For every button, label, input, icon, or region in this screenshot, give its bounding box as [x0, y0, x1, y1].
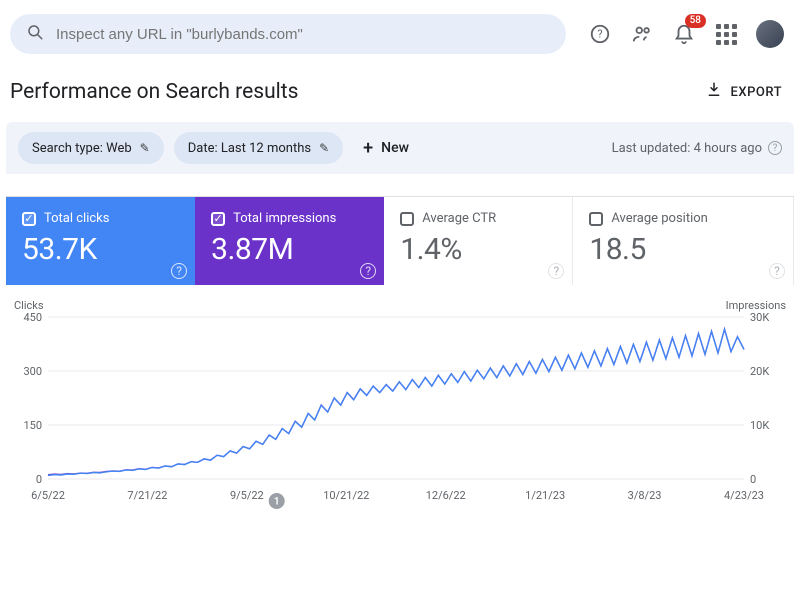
top-bar: ? 58 — [0, 0, 800, 60]
help-icon[interactable]: ? — [588, 22, 612, 46]
search-type-label: Search type: Web — [32, 141, 132, 156]
y-right-label: Impressions — [726, 299, 786, 312]
svg-text:30K: 30K — [750, 311, 769, 324]
clicks-line — [48, 329, 744, 475]
metric-value: 18.5 — [589, 232, 777, 267]
help-icon[interactable]: ? — [548, 263, 564, 279]
page-title: Performance on Search results — [10, 80, 298, 104]
notifications-icon[interactable]: 58 — [672, 22, 696, 46]
search-icon — [26, 23, 44, 45]
metric-label: Total clicks — [44, 211, 109, 226]
impressions-line — [48, 329, 744, 475]
x-ticks: 6/5/22 7/21/22 9/5/22 10/21/22 12/6/22 1/21/2… — [31, 489, 764, 502]
y-left-ticks: 0 150 300 450 — [23, 311, 42, 486]
note-marker[interactable]: 1 — [269, 493, 285, 509]
metric-average-ctr[interactable]: Average CTR 1.4% ? — [384, 197, 573, 285]
search-input[interactable] — [56, 26, 550, 43]
date-label: Date: Last 12 months — [188, 141, 311, 156]
svg-text:150: 150 — [23, 419, 42, 432]
svg-text:3/8/23: 3/8/23 — [628, 489, 662, 502]
y-left-label: Clicks — [14, 299, 44, 312]
svg-text:12/6/22: 12/6/22 — [426, 489, 466, 502]
checkbox-icon — [589, 212, 603, 226]
metric-value: 1.4% — [400, 232, 556, 267]
svg-text:450: 450 — [23, 311, 42, 324]
export-button[interactable]: EXPORT — [705, 81, 782, 103]
new-label: New — [381, 140, 409, 156]
last-updated: Last updated: 4 hours ago ? — [612, 141, 782, 156]
performance-chart[interactable]: Clicks Impressions 0 150 300 450 0 10K 20K 30K… — [6, 299, 794, 509]
metric-value: 53.7K — [22, 232, 179, 267]
metric-label: Average CTR — [422, 211, 496, 226]
apps-icon[interactable] — [714, 22, 738, 46]
notification-badge: 58 — [685, 14, 706, 28]
chart-svg: 0 150 300 450 0 10K 20K 30K 6/5/22 7/21/22 9/5/2… — [6, 299, 794, 509]
download-icon — [705, 81, 723, 103]
gridlines — [48, 317, 744, 479]
filter-bar: Search type: Web ✎ Date: Last 12 months … — [6, 122, 794, 174]
y-right-ticks: 0 10K 20K 30K — [750, 311, 769, 486]
metric-cards: Total clicks 53.7K ? Total impressions 3… — [6, 196, 794, 285]
plus-icon: + — [363, 138, 373, 159]
title-row: Performance on Search results EXPORT — [0, 60, 800, 122]
metric-total-impressions[interactable]: Total impressions 3.87M ? — [195, 197, 384, 285]
svg-text:10K: 10K — [750, 419, 769, 432]
help-icon[interactable]: ? — [171, 263, 187, 279]
svg-text:9/5/22: 9/5/22 — [230, 489, 264, 502]
search-type-chip[interactable]: Search type: Web ✎ — [18, 132, 164, 164]
svg-text:300: 300 — [23, 365, 42, 378]
info-icon[interactable]: ? — [768, 141, 782, 155]
export-label: EXPORT — [731, 85, 782, 100]
metric-label: Average position — [611, 211, 708, 226]
pencil-icon: ✎ — [140, 141, 150, 155]
top-icons: ? 58 — [576, 20, 784, 48]
svg-text:?: ? — [597, 28, 602, 41]
svg-text:1: 1 — [274, 497, 280, 508]
users-icon[interactable] — [630, 22, 654, 46]
svg-text:0: 0 — [750, 473, 756, 486]
svg-text:10/21/22: 10/21/22 — [323, 489, 369, 502]
url-inspect-search[interactable] — [10, 14, 566, 54]
metric-average-position[interactable]: Average position 18.5 ? — [573, 197, 794, 285]
metric-label: Total impressions — [233, 211, 336, 226]
pencil-icon: ✎ — [319, 141, 329, 155]
date-chip[interactable]: Date: Last 12 months ✎ — [174, 132, 343, 164]
svg-text:6/5/22: 6/5/22 — [31, 489, 65, 502]
add-filter-button[interactable]: + New — [353, 132, 419, 164]
svg-text:0: 0 — [36, 473, 42, 486]
account-avatar[interactable] — [756, 20, 784, 48]
metric-value: 3.87M — [211, 232, 368, 267]
checkbox-icon — [400, 212, 414, 226]
svg-text:1/21/23: 1/21/23 — [525, 489, 565, 502]
help-icon[interactable]: ? — [769, 263, 785, 279]
last-updated-text: Last updated: 4 hours ago — [612, 141, 762, 156]
checkbox-icon — [211, 212, 225, 226]
svg-text:4/23/23: 4/23/23 — [724, 489, 764, 502]
help-icon[interactable]: ? — [360, 263, 376, 279]
checkbox-icon — [22, 212, 36, 226]
svg-text:7/21/22: 7/21/22 — [127, 489, 167, 502]
metric-total-clicks[interactable]: Total clicks 53.7K ? — [6, 197, 195, 285]
svg-text:20K: 20K — [750, 365, 769, 378]
